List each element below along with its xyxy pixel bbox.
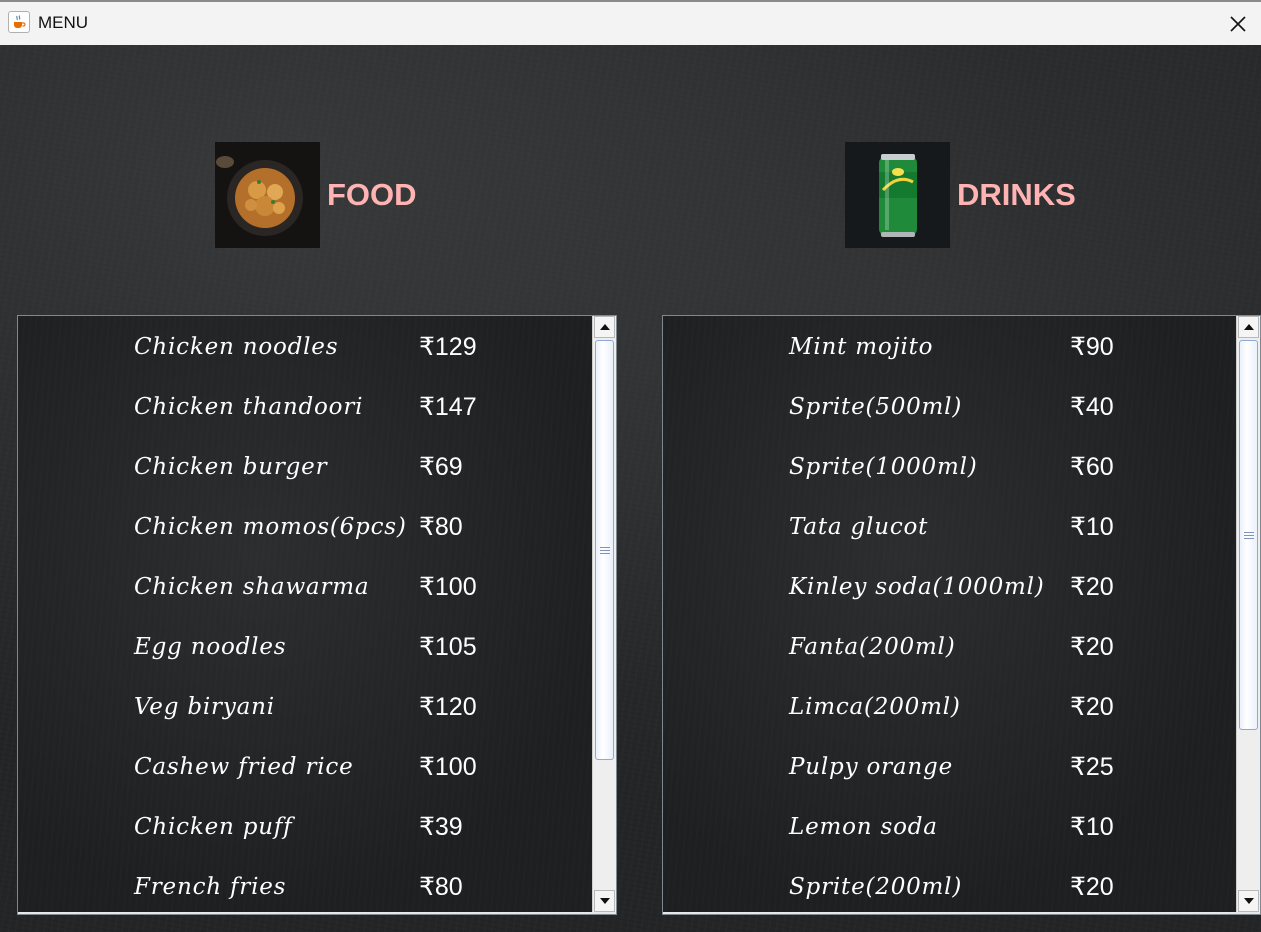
list-item[interactable]: Chicken momos(6pcs) ₹80 <box>18 497 616 557</box>
drink-item-price: ₹40 <box>1070 393 1114 421</box>
list-item[interactable]: Kinley soda(1000ml) ₹20 <box>663 557 1260 617</box>
drink-item-name: Mint mojito <box>789 334 934 360</box>
drinks-scrollbar[interactable] <box>1236 316 1260 914</box>
food-item-price: ₹69 <box>419 453 463 481</box>
panel-border <box>663 912 1260 914</box>
list-item[interactable]: Chicken puff ₹39 <box>18 797 616 857</box>
drink-item-name: Pulpy orange <box>789 754 953 780</box>
drink-item-name: Sprite(1000ml) <box>789 454 978 480</box>
drink-item-name: Kinley soda(1000ml) <box>789 574 1045 600</box>
food-heading-label: FOOD <box>327 177 417 212</box>
list-item[interactable]: Sprite(500ml) ₹40 <box>663 377 1260 437</box>
list-item[interactable]: Pulpy orange ₹25 <box>663 737 1260 797</box>
drink-item-price: ₹20 <box>1070 633 1114 661</box>
sprite-can-icon <box>845 142 950 248</box>
drink-item-price: ₹20 <box>1070 873 1114 901</box>
drink-item-price: ₹90 <box>1070 333 1114 361</box>
panel-border <box>18 912 616 914</box>
grip-icon <box>1244 532 1254 539</box>
list-item[interactable]: Chicken noodles ₹129 <box>18 317 616 377</box>
food-scrollbar[interactable] <box>592 316 616 914</box>
list-item[interactable]: Mint mojito ₹90 <box>663 317 1260 377</box>
food-list-panel[interactable]: Chicken noodles ₹129 Chicken thandoori ₹… <box>17 315 617 915</box>
scroll-up-button[interactable] <box>1238 316 1259 338</box>
food-item-name: Cashew fried rice <box>134 754 354 780</box>
scroll-thumb[interactable] <box>1239 340 1258 730</box>
food-item-name: Chicken burger <box>134 454 328 480</box>
list-item[interactable]: Egg noodles ₹105 <box>18 617 616 677</box>
list-item[interactable]: Lemon soda ₹10 <box>663 797 1260 857</box>
drinks-heading-label: DRINKS <box>957 177 1076 212</box>
close-button[interactable] <box>1215 2 1261 45</box>
arrow-down-icon <box>1243 898 1254 904</box>
menu-content: FOOD DRINKS Chicken noodles ₹129 Chicken… <box>0 45 1261 932</box>
food-item-name: Chicken puff <box>134 814 293 840</box>
list-item[interactable]: Chicken shawarma ₹100 <box>18 557 616 617</box>
scroll-up-button[interactable] <box>594 316 615 338</box>
drink-item-name: Fanta(200ml) <box>789 634 956 660</box>
food-item-name: Veg biryani <box>134 694 275 720</box>
drink-item-name: Sprite(200ml) <box>789 874 963 900</box>
grip-icon <box>600 547 610 554</box>
list-item[interactable]: Cashew fried rice ₹100 <box>18 737 616 797</box>
title-bar[interactable]: MENU <box>0 0 1261 45</box>
list-item[interactable]: Tata glucot ₹10 <box>663 497 1260 557</box>
food-item-price: ₹147 <box>419 393 477 421</box>
food-item-name: Chicken noodles <box>134 334 339 360</box>
scroll-down-button[interactable] <box>594 890 615 912</box>
drink-item-name: Tata glucot <box>789 514 929 540</box>
java-cup-icon <box>8 11 30 33</box>
close-icon <box>1230 15 1246 32</box>
list-item[interactable]: Chicken thandoori ₹147 <box>18 377 616 437</box>
food-item-name: Chicken shawarma <box>134 574 370 600</box>
list-item[interactable]: Limca(200ml) ₹20 <box>663 677 1260 737</box>
food-item-price: ₹39 <box>419 813 463 841</box>
list-item[interactable]: Fanta(200ml) ₹20 <box>663 617 1260 677</box>
scroll-down-button[interactable] <box>1238 890 1259 912</box>
scroll-thumb[interactable] <box>595 340 614 760</box>
list-item[interactable]: Veg biryani ₹120 <box>18 677 616 737</box>
food-item-price: ₹80 <box>419 513 463 541</box>
arrow-up-icon <box>599 324 610 330</box>
drinks-list-panel[interactable]: Mint mojito ₹90 Sprite(500ml) ₹40 Sprite… <box>662 315 1261 915</box>
food-item-name: Chicken momos(6pcs) <box>134 514 407 540</box>
list-item[interactable]: French fries ₹80 <box>18 857 616 914</box>
drink-item-name: Lemon soda <box>789 814 938 840</box>
biryani-plate-icon <box>215 142 320 248</box>
food-item-price: ₹100 <box>419 573 477 601</box>
food-item-name: Egg noodles <box>134 634 287 660</box>
food-item-name: French fries <box>134 874 287 900</box>
drinks-heading: DRINKS <box>845 142 1076 248</box>
food-item-name: Chicken thandoori <box>134 394 364 420</box>
food-item-price: ₹100 <box>419 753 477 781</box>
drink-item-name: Sprite(500ml) <box>789 394 963 420</box>
list-item[interactable]: Sprite(1000ml) ₹60 <box>663 437 1260 497</box>
food-item-price: ₹129 <box>419 333 477 361</box>
food-item-price: ₹105 <box>419 633 477 661</box>
menu-window: MENU FOOD DRINKS Chicken noodles ₹129 Ch… <box>0 0 1261 932</box>
food-item-price: ₹120 <box>419 693 477 721</box>
drink-item-price: ₹10 <box>1070 813 1114 841</box>
drink-item-name: Limca(200ml) <box>789 694 961 720</box>
list-item[interactable]: Chicken burger ₹69 <box>18 437 616 497</box>
drink-item-price: ₹10 <box>1070 513 1114 541</box>
arrow-down-icon <box>599 898 610 904</box>
drink-item-price: ₹25 <box>1070 753 1114 781</box>
drink-item-price: ₹20 <box>1070 573 1114 601</box>
food-item-price: ₹80 <box>419 873 463 901</box>
drink-item-price: ₹20 <box>1070 693 1114 721</box>
window-title: MENU <box>38 13 89 32</box>
list-item[interactable]: Sprite(200ml) ₹20 <box>663 857 1260 914</box>
food-heading: FOOD <box>215 142 417 248</box>
drink-item-price: ₹60 <box>1070 453 1114 481</box>
arrow-up-icon <box>1243 324 1254 330</box>
